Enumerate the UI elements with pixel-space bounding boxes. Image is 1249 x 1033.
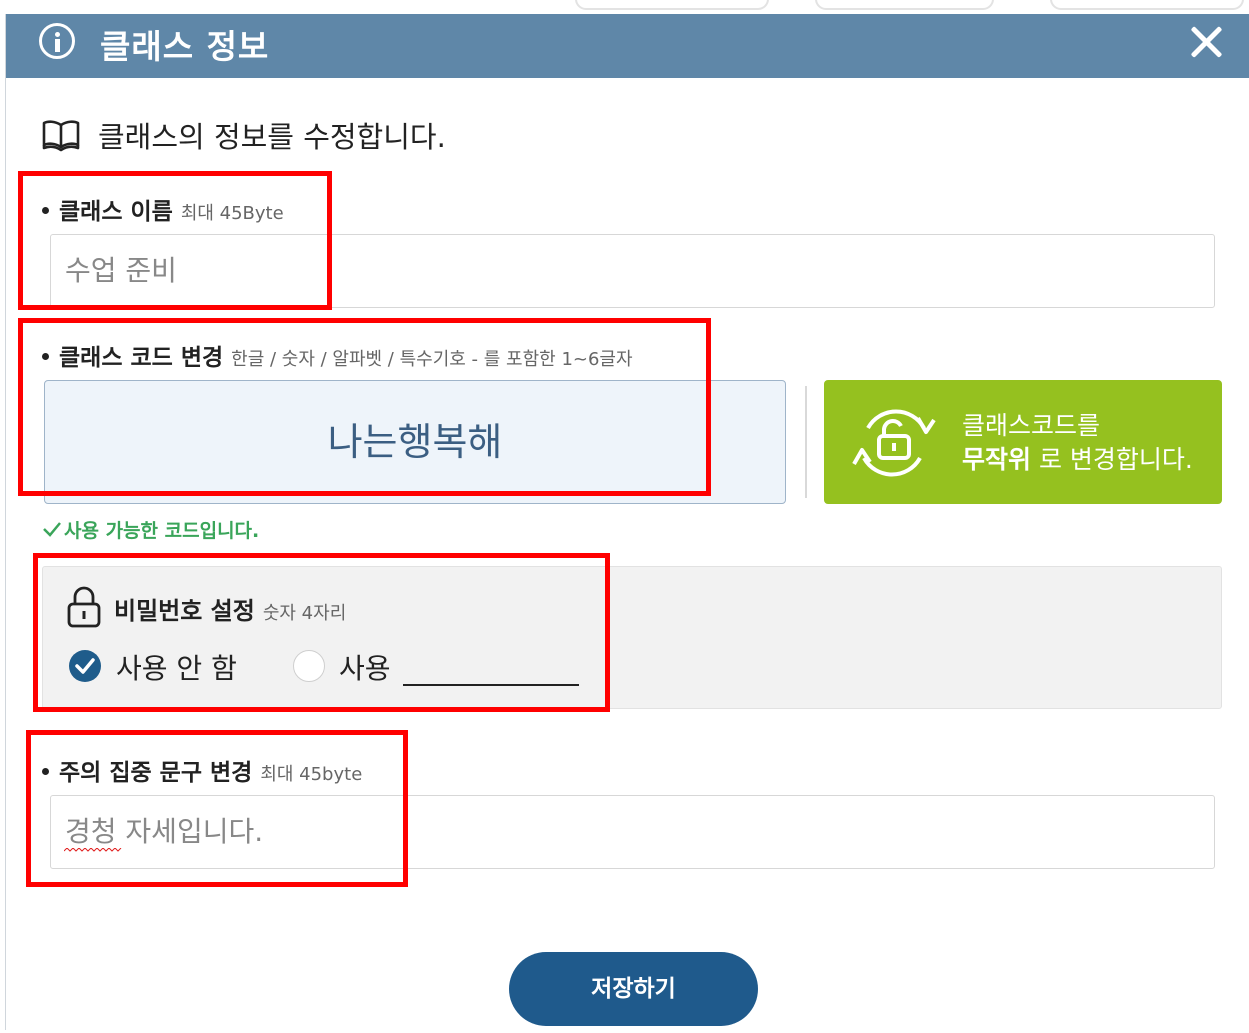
password-hint: 숫자 4자리 <box>262 603 347 624</box>
option-password-off[interactable]: 사용 안 함 <box>116 647 237 687</box>
bullet <box>42 207 49 214</box>
class-info-dialog: 클래스 정보 클래스의 정보를 수정합니다. 클래스 이름 최대 45Byte 수… <box>5 14 1249 1030</box>
class-name-input[interactable]: 수업 준비 <box>50 234 1215 308</box>
password-settings: 비밀번호 설정 숫자 4자리 사용 안 함 사용 <box>42 566 1222 709</box>
password-input-line[interactable] <box>403 684 579 686</box>
code-status: 사용 가능한 코드입니다. <box>42 516 259 543</box>
class-code-input[interactable]: 나는행복해 <box>44 380 786 504</box>
randomize-line2: 무작위 로 변경합니다. <box>962 445 1193 474</box>
check-icon <box>75 658 95 674</box>
bullet <box>42 353 49 360</box>
focus-phrase-input[interactable]: 경청 자세입니다. <box>50 795 1215 869</box>
randomize-code-button[interactable]: 클래스코드를 무작위 로 변경합니다. <box>824 380 1222 504</box>
refresh-unlock-icon <box>852 409 936 477</box>
dialog-title: 클래스 정보 <box>100 27 270 66</box>
check-icon <box>43 522 61 537</box>
class-code-label: 클래스 코드 변경 한글 / 숫자 / 알파벳 / 특수기호 - 를 포함한 1~… <box>42 338 633 372</box>
divider <box>805 386 807 498</box>
radio-password-on[interactable] <box>293 650 325 682</box>
radio-password-off-selected[interactable] <box>69 650 101 682</box>
save-button[interactable]: 저장하기 <box>509 952 758 1026</box>
dialog-titlebar: 클래스 정보 <box>6 14 1249 78</box>
focus-phrase-label: 주의 집중 문구 변경 최대 45byte <box>42 753 362 787</box>
randomize-line1: 클래스코드를 <box>962 411 1101 440</box>
background-tab <box>575 0 769 10</box>
info-icon <box>39 23 75 59</box>
background-tab <box>815 0 994 10</box>
class-name-label: 클래스 이름 최대 45Byte <box>42 192 284 226</box>
book-icon <box>42 120 80 152</box>
focus-phrase-hint: 최대 45byte <box>260 764 363 785</box>
bullet <box>42 768 49 775</box>
close-icon[interactable] <box>1188 24 1224 60</box>
class-code-hint: 한글 / 숫자 / 알파벳 / 특수기호 - 를 포함한 1~6글자 <box>231 349 633 370</box>
lock-icon <box>67 586 101 628</box>
password-label: 비밀번호 설정 숫자 4자리 <box>114 597 347 625</box>
option-password-on[interactable]: 사용 <box>339 647 391 687</box>
background-tab-strip <box>0 0 1249 14</box>
subtitle-text: 클래스의 정보를 수정합니다. <box>98 120 446 154</box>
class-name-hint: 최대 45Byte <box>180 203 284 224</box>
spellcheck-underline <box>64 848 122 852</box>
background-tab <box>1050 0 1244 10</box>
